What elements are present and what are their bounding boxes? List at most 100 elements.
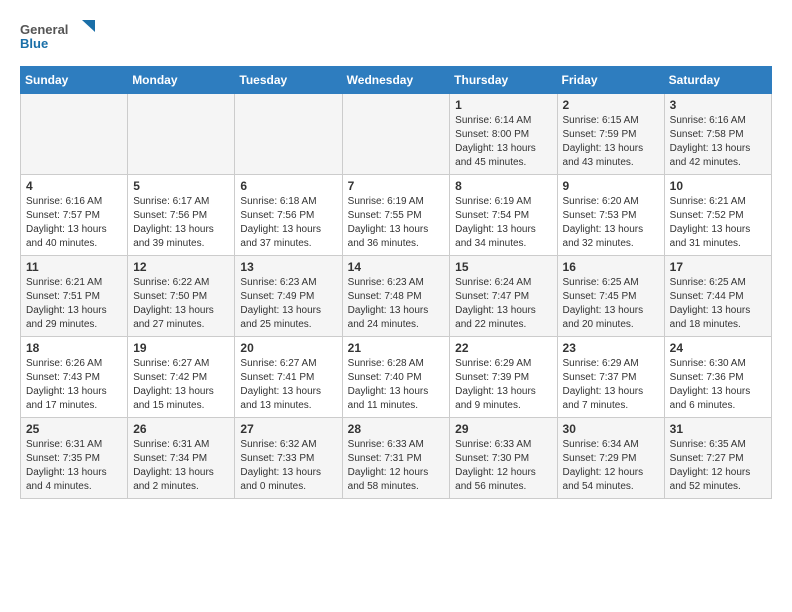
calendar-cell: 10 Sunrise: 6:21 AM Sunset: 7:52 PM Dayli…	[664, 175, 771, 256]
calendar-cell: 8 Sunrise: 6:19 AM Sunset: 7:54 PM Daylig…	[450, 175, 557, 256]
day-info: Sunrise: 6:31 AM Sunset: 7:35 PM Dayligh…	[26, 438, 122, 494]
calendar-cell: 6 Sunrise: 6:18 AM Sunset: 7:56 PM Daylig…	[235, 175, 342, 256]
day-info: Sunrise: 6:25 AM Sunset: 7:44 PM Dayligh…	[670, 276, 766, 332]
day-number: 5	[133, 179, 229, 193]
day-info: Sunrise: 6:30 AM Sunset: 7:36 PM Dayligh…	[670, 357, 766, 413]
day-number: 25	[26, 422, 122, 436]
calendar-cell: 23 Sunrise: 6:29 AM Sunset: 7:37 PM Dayli…	[557, 337, 664, 418]
day-number: 24	[670, 341, 766, 355]
day-number: 22	[455, 341, 551, 355]
day-info: Sunrise: 6:33 AM Sunset: 7:31 PM Dayligh…	[348, 438, 445, 494]
calendar-header-tuesday: Tuesday	[235, 67, 342, 94]
day-info: Sunrise: 6:17 AM Sunset: 7:56 PM Dayligh…	[133, 195, 229, 251]
day-number: 1	[455, 98, 551, 112]
calendar-header-row: SundayMondayTuesdayWednesdayThursdayFrid…	[21, 67, 772, 94]
calendar-week-row: 25 Sunrise: 6:31 AM Sunset: 7:35 PM Dayli…	[21, 418, 772, 499]
calendar-cell: 4 Sunrise: 6:16 AM Sunset: 7:57 PM Daylig…	[21, 175, 128, 256]
day-info: Sunrise: 6:16 AM Sunset: 7:58 PM Dayligh…	[670, 114, 766, 170]
calendar-cell: 18Sunrise: 6:26 AM Sunset: 7:43 PM Dayli…	[21, 337, 128, 418]
calendar-cell: 21 Sunrise: 6:28 AM Sunset: 7:40 PM Dayli…	[342, 337, 450, 418]
day-info: Sunrise: 6:28 AM Sunset: 7:40 PM Dayligh…	[348, 357, 445, 413]
calendar-cell: 17 Sunrise: 6:25 AM Sunset: 7:44 PM Dayli…	[664, 256, 771, 337]
day-info: Sunrise: 6:29 AM Sunset: 7:39 PM Dayligh…	[455, 357, 551, 413]
day-number: 23	[563, 341, 659, 355]
day-number: 21	[348, 341, 445, 355]
calendar-cell: 24 Sunrise: 6:30 AM Sunset: 7:36 PM Dayli…	[664, 337, 771, 418]
day-number: 17	[670, 260, 766, 274]
calendar-cell	[235, 94, 342, 175]
day-info: Sunrise: 6:24 AM Sunset: 7:47 PM Dayligh…	[455, 276, 551, 332]
day-info: Sunrise: 6:31 AM Sunset: 7:34 PM Dayligh…	[133, 438, 229, 494]
day-number: 10	[670, 179, 766, 193]
day-number: 2	[563, 98, 659, 112]
calendar-cell: 13 Sunrise: 6:23 AM Sunset: 7:49 PM Dayli…	[235, 256, 342, 337]
day-number: 28	[348, 422, 445, 436]
day-info: Sunrise: 6:19 AM Sunset: 7:54 PM Dayligh…	[455, 195, 551, 251]
day-number: 4	[26, 179, 122, 193]
day-info: Sunrise: 6:18 AM Sunset: 7:56 PM Dayligh…	[240, 195, 336, 251]
calendar-week-row: 11 Sunrise: 6:21 AM Sunset: 7:51 PM Dayli…	[21, 256, 772, 337]
day-number: 31	[670, 422, 766, 436]
calendar-cell: 1 Sunrise: 6:14 AM Sunset: 8:00 PM Daylig…	[450, 94, 557, 175]
calendar-cell: 15 Sunrise: 6:24 AM Sunset: 7:47 PM Dayli…	[450, 256, 557, 337]
svg-text:Blue: Blue	[20, 36, 48, 51]
calendar-cell	[21, 94, 128, 175]
calendar-cell: 28 Sunrise: 6:33 AM Sunset: 7:31 PM Dayli…	[342, 418, 450, 499]
calendar-header-wednesday: Wednesday	[342, 67, 450, 94]
day-number: 7	[348, 179, 445, 193]
calendar-cell: 3 Sunrise: 6:16 AM Sunset: 7:58 PM Daylig…	[664, 94, 771, 175]
day-info: Sunrise: 6:21 AM Sunset: 7:51 PM Dayligh…	[26, 276, 122, 332]
day-info: Sunrise: 6:16 AM Sunset: 7:57 PM Dayligh…	[26, 195, 122, 251]
day-number: 11	[26, 260, 122, 274]
day-info: Sunrise: 6:19 AM Sunset: 7:55 PM Dayligh…	[348, 195, 445, 251]
calendar-cell: 20 Sunrise: 6:27 AM Sunset: 7:41 PM Dayli…	[235, 337, 342, 418]
calendar-header-monday: Monday	[128, 67, 235, 94]
day-number: 12	[133, 260, 229, 274]
svg-text:General: General	[20, 22, 68, 37]
calendar-header-friday: Friday	[557, 67, 664, 94]
calendar-cell: 14 Sunrise: 6:23 AM Sunset: 7:48 PM Dayli…	[342, 256, 450, 337]
day-number: 30	[563, 422, 659, 436]
day-info: Sunrise: 6:23 AM Sunset: 7:48 PM Dayligh…	[348, 276, 445, 332]
page-header: GeneralBlue	[20, 20, 772, 56]
calendar-cell: 19 Sunrise: 6:27 AM Sunset: 7:42 PM Dayli…	[128, 337, 235, 418]
day-number: 9	[563, 179, 659, 193]
day-number: 19	[133, 341, 229, 355]
day-info: Sunrise: 6:27 AM Sunset: 7:42 PM Dayligh…	[133, 357, 229, 413]
calendar-header-saturday: Saturday	[664, 67, 771, 94]
calendar-header-sunday: Sunday	[21, 67, 128, 94]
calendar-cell: 27Sunrise: 6:32 AM Sunset: 7:33 PM Dayli…	[235, 418, 342, 499]
day-info: Sunrise: 6:23 AM Sunset: 7:49 PM Dayligh…	[240, 276, 336, 332]
day-info: Sunrise: 6:27 AM Sunset: 7:41 PM Dayligh…	[240, 357, 336, 413]
calendar-cell: 25 Sunrise: 6:31 AM Sunset: 7:35 PM Dayli…	[21, 418, 128, 499]
day-number: 26	[133, 422, 229, 436]
day-info: Sunrise: 6:26 AM Sunset: 7:43 PM Dayligh…	[26, 357, 122, 413]
day-info: Sunrise: 6:21 AM Sunset: 7:52 PM Dayligh…	[670, 195, 766, 251]
day-info: Sunrise: 6:22 AM Sunset: 7:50 PM Dayligh…	[133, 276, 229, 332]
day-number: 13	[240, 260, 336, 274]
day-number: 8	[455, 179, 551, 193]
calendar-cell: 12 Sunrise: 6:22 AM Sunset: 7:50 PM Dayli…	[128, 256, 235, 337]
day-info: Sunrise: 6:20 AM Sunset: 7:53 PM Dayligh…	[563, 195, 659, 251]
day-info: Sunrise: 6:34 AM Sunset: 7:29 PM Dayligh…	[563, 438, 659, 494]
day-number: 14	[348, 260, 445, 274]
day-info: Sunrise: 6:32 AM Sunset: 7:33 PM Dayligh…	[240, 438, 336, 494]
calendar-cell: 30 Sunrise: 6:34 AM Sunset: 7:29 PM Dayli…	[557, 418, 664, 499]
calendar-table: SundayMondayTuesdayWednesdayThursdayFrid…	[20, 66, 772, 499]
day-info: Sunrise: 6:14 AM Sunset: 8:00 PM Dayligh…	[455, 114, 551, 170]
calendar-cell: 16Sunrise: 6:25 AM Sunset: 7:45 PM Dayli…	[557, 256, 664, 337]
calendar-cell: 22 Sunrise: 6:29 AM Sunset: 7:39 PM Dayli…	[450, 337, 557, 418]
day-info: Sunrise: 6:29 AM Sunset: 7:37 PM Dayligh…	[563, 357, 659, 413]
day-number: 20	[240, 341, 336, 355]
day-info: Sunrise: 6:25 AM Sunset: 7:45 PM Dayligh…	[563, 276, 659, 332]
day-number: 3	[670, 98, 766, 112]
calendar-cell: 7 Sunrise: 6:19 AM Sunset: 7:55 PM Daylig…	[342, 175, 450, 256]
day-info: Sunrise: 6:15 AM Sunset: 7:59 PM Dayligh…	[563, 114, 659, 170]
calendar-cell: 11 Sunrise: 6:21 AM Sunset: 7:51 PM Dayli…	[21, 256, 128, 337]
day-info: Sunrise: 6:35 AM Sunset: 7:27 PM Dayligh…	[670, 438, 766, 494]
calendar-cell	[128, 94, 235, 175]
day-number: 6	[240, 179, 336, 193]
calendar-cell: 29Sunrise: 6:33 AM Sunset: 7:30 PM Dayli…	[450, 418, 557, 499]
day-number: 15	[455, 260, 551, 274]
calendar-header-thursday: Thursday	[450, 67, 557, 94]
